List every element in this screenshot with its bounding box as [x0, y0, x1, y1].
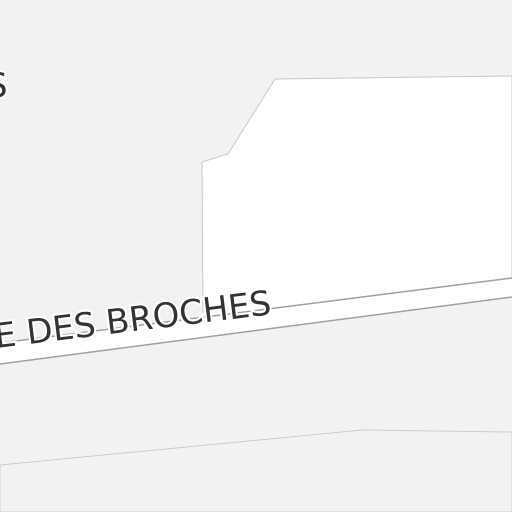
- partial-label: S: [0, 66, 8, 106]
- map-canvas[interactable]: E DES BROCHES S: [0, 0, 512, 512]
